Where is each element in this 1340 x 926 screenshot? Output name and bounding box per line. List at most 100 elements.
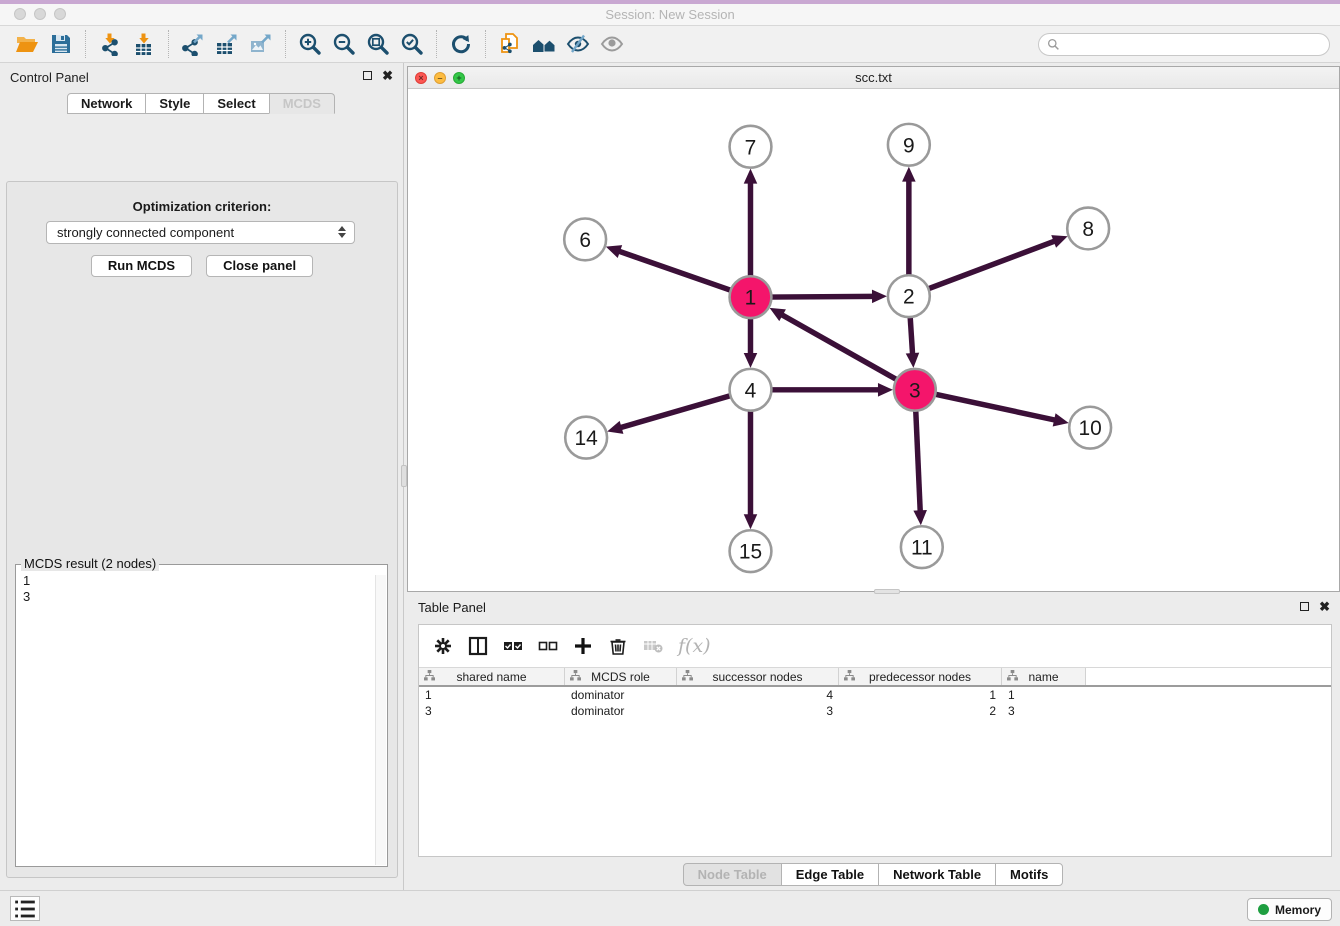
tab-motifs[interactable]: Motifs xyxy=(995,863,1063,886)
column-label: name xyxy=(1028,670,1058,684)
edge-1-6[interactable] xyxy=(617,251,733,291)
title-bar: Session: New Session xyxy=(0,0,1340,26)
node-label-14: 14 xyxy=(575,427,599,450)
column-type-icon xyxy=(424,670,435,684)
node-label-3: 3 xyxy=(909,379,921,402)
table-cell[interactable]: 2 xyxy=(839,703,1002,719)
edge-3-1[interactable] xyxy=(780,314,898,381)
tab-node-table[interactable]: Node Table xyxy=(683,863,782,886)
show-details-icon[interactable] xyxy=(595,29,629,59)
table-cell[interactable]: dominator xyxy=(565,687,677,703)
edge-2-3[interactable] xyxy=(910,315,913,356)
table-cell[interactable]: dominator xyxy=(565,703,677,719)
arrowhead-3-11 xyxy=(913,510,927,525)
mcds-result-values: 1 3 xyxy=(16,565,387,605)
titlebar-accent-strip xyxy=(0,0,1340,4)
toolbar-separator xyxy=(168,30,169,58)
zoom-fit-icon[interactable] xyxy=(361,29,395,59)
toolbar-separator xyxy=(485,30,486,58)
table-settings-icon[interactable] xyxy=(429,632,457,660)
close-panel-button[interactable]: Close panel xyxy=(206,255,313,277)
export-network-icon[interactable] xyxy=(176,29,210,59)
node-table-container: f(x) shared nameMCDS rolesuccessor nodes… xyxy=(418,624,1332,857)
run-mcds-button[interactable]: Run MCDS xyxy=(91,255,192,277)
table-cell[interactable]: 4 xyxy=(677,687,839,703)
edge-4-14[interactable] xyxy=(619,395,733,428)
toolbar-separator xyxy=(436,30,437,58)
tab-edge-table[interactable]: Edge Table xyxy=(781,863,879,886)
delete-column-icon[interactable] xyxy=(604,632,632,660)
table-cell[interactable]: 3 xyxy=(1002,703,1086,719)
tab-select[interactable]: Select xyxy=(203,93,269,114)
home-icon[interactable] xyxy=(527,29,561,59)
toolbar-separator xyxy=(285,30,286,58)
tab-mcds[interactable]: MCDS xyxy=(269,93,335,114)
arrowhead-2-8 xyxy=(1051,235,1067,248)
criterion-dropdown[interactable]: strongly connected component xyxy=(46,221,355,244)
table-cell[interactable]: 3 xyxy=(677,703,839,719)
export-table-icon[interactable] xyxy=(210,29,244,59)
result-scrollbar[interactable] xyxy=(375,575,386,865)
application-window: Session: New Session Control Panel ✖ Net… xyxy=(0,0,1340,926)
node-label-4: 4 xyxy=(745,379,757,402)
tab-network-table[interactable]: Network Table xyxy=(878,863,996,886)
arrowhead-1-4 xyxy=(744,353,758,368)
zoom-selected-icon[interactable] xyxy=(395,29,429,59)
zoom-out-icon[interactable] xyxy=(327,29,361,59)
column-header-shared-name[interactable]: shared name xyxy=(419,668,565,685)
graph-canvas[interactable]: 7968124314101511 xyxy=(408,89,1339,591)
column-type-icon xyxy=(1007,670,1018,684)
search-field[interactable] xyxy=(1038,33,1330,56)
table-cell[interactable]: 1 xyxy=(1002,687,1086,703)
close-panel-icon[interactable]: ✖ xyxy=(382,70,393,81)
tab-network[interactable]: Network xyxy=(67,93,146,114)
select-all-icon[interactable] xyxy=(499,632,527,660)
column-type-icon xyxy=(844,670,855,684)
column-type-icon xyxy=(682,670,693,684)
column-header-predecessor-nodes[interactable]: predecessor nodes xyxy=(839,668,1002,685)
add-column-icon[interactable] xyxy=(569,632,597,660)
hide-details-icon[interactable] xyxy=(561,29,595,59)
table-cell[interactable]: 1 xyxy=(419,687,565,703)
control-panel-title: Control Panel xyxy=(10,70,89,85)
table-cell[interactable]: 3 xyxy=(419,703,565,719)
tab-style[interactable]: Style xyxy=(145,93,204,114)
memory-button[interactable]: Memory xyxy=(1247,898,1332,921)
edge-2-8[interactable] xyxy=(927,240,1057,289)
network-window-titlebar[interactable]: × – + scc.txt xyxy=(408,67,1339,89)
float-table-panel-icon[interactable] xyxy=(1300,602,1309,611)
table-cell[interactable]: 1 xyxy=(839,687,1002,703)
task-history-button[interactable] xyxy=(10,896,40,921)
delete-table-icon[interactable] xyxy=(639,632,667,660)
node-label-9: 9 xyxy=(903,134,915,157)
status-bar: Memory xyxy=(0,890,1340,926)
network-view-window: × – + scc.txt 7968124314101511 xyxy=(407,66,1340,592)
arrowhead-2-9 xyxy=(902,167,916,182)
deselect-all-icon[interactable] xyxy=(534,632,562,660)
memory-status-icon xyxy=(1258,904,1269,915)
edge-3-10[interactable] xyxy=(933,394,1057,421)
refresh-layout-icon[interactable] xyxy=(444,29,478,59)
float-panel-icon[interactable] xyxy=(363,71,372,80)
search-input[interactable] xyxy=(1065,37,1321,51)
arrowhead-4-3 xyxy=(878,383,893,397)
column-header-name[interactable]: name xyxy=(1002,668,1086,685)
column-label: MCDS role xyxy=(591,670,650,684)
open-session-icon[interactable] xyxy=(10,29,44,59)
zoom-in-icon[interactable] xyxy=(293,29,327,59)
arrowhead-1-6 xyxy=(606,245,622,258)
copy-style-icon[interactable] xyxy=(493,29,527,59)
save-session-icon[interactable] xyxy=(44,29,78,59)
close-table-panel-icon[interactable]: ✖ xyxy=(1319,601,1330,612)
import-network-icon[interactable] xyxy=(93,29,127,59)
table-row[interactable]: 1dominator411 xyxy=(419,687,1331,703)
column-header-MCDS-role[interactable]: MCDS role xyxy=(565,668,677,685)
edge-1-2[interactable] xyxy=(769,296,875,297)
edge-3-11[interactable] xyxy=(916,409,921,514)
table-row[interactable]: 3dominator323 xyxy=(419,703,1331,719)
table-body: 1dominator4113dominator323 xyxy=(419,687,1331,719)
column-header-successor-nodes[interactable]: successor nodes xyxy=(677,668,839,685)
import-table-icon[interactable] xyxy=(127,29,161,59)
export-image-icon[interactable] xyxy=(244,29,278,59)
split-panel-icon[interactable] xyxy=(464,632,492,660)
